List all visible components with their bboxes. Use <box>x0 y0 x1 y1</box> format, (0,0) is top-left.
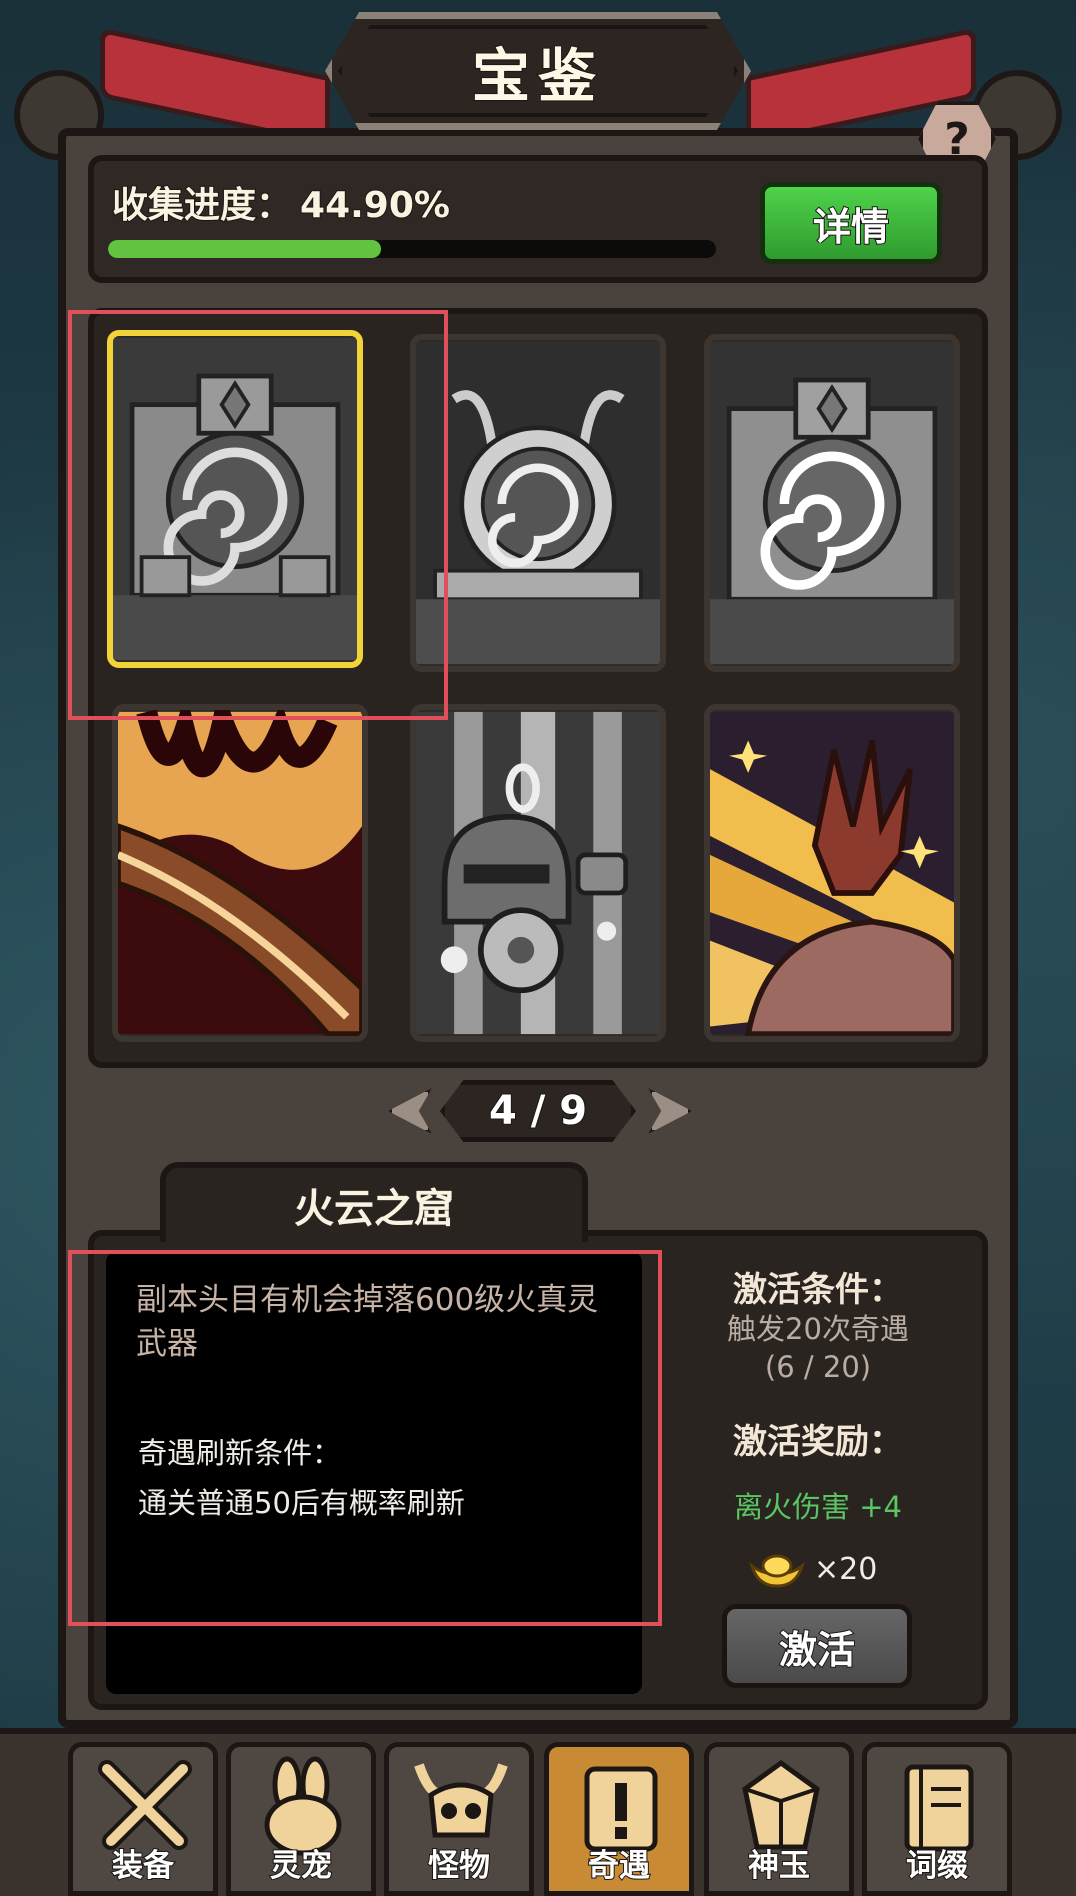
refresh-condition-text: 通关普通50后有概率刷新 <box>138 1486 465 1520</box>
encounter-title: 火云之窟 <box>160 1162 588 1242</box>
nav-label-pets: 灵宠 <box>269 1847 333 1885</box>
title-plate: 宝鉴 <box>325 12 751 130</box>
activation-condition-text: 触发20次奇遇 <box>727 1312 909 1346</box>
collection-progress: 收集进度： 44.90% <box>111 176 451 228</box>
nav-tab-equipment[interactable]: 装备 <box>68 1742 218 1896</box>
progress-bar-fill <box>108 240 381 258</box>
page-title: 宝鉴 <box>471 41 604 111</box>
nav-label-equipment: 装备 <box>111 1847 175 1885</box>
vortex-altar-card[interactable] <box>410 334 666 672</box>
activation-condition-progress: (6 / 20) <box>764 1350 872 1384</box>
vortex-altar-icon <box>416 341 660 665</box>
refresh-condition-title: 奇遇刷新条件： <box>138 1436 342 1470</box>
progress-value: 44.90% <box>299 184 451 227</box>
progress-label: 收集进度： <box>111 184 293 227</box>
nav-label-divine-jade: 神玉 <box>747 1847 811 1885</box>
magic-hand-icon <box>710 711 954 1036</box>
page-indicator: 4 / 9 <box>440 1080 636 1142</box>
nav-label-affixes: 词缀 <box>905 1847 969 1885</box>
reward-gold: ×20 <box>748 1548 877 1590</box>
details-button[interactable]: 详情 <box>760 182 942 264</box>
gold-ingot-icon <box>749 1554 805 1588</box>
stone-portal-card[interactable] <box>107 330 363 668</box>
reward-gold-amount: ×20 <box>814 1551 878 1587</box>
activation-condition: 触发20次奇遇 (6 / 20) <box>682 1310 954 1386</box>
activate-button[interactable]: 激活 <box>722 1604 912 1688</box>
stone-portal-icon <box>113 337 357 661</box>
fire-blade-icon <box>118 710 362 1036</box>
magic-hand-card[interactable] <box>704 704 960 1042</box>
encounter-description: 副本头目有机会掉落600级火真灵武器 <box>136 1282 599 1362</box>
nav-tab-encounters[interactable]: 奇遇 <box>544 1742 694 1896</box>
nav-tab-pets[interactable]: 灵宠 <box>226 1742 376 1896</box>
armor-drop-card[interactable] <box>410 704 666 1042</box>
activation-condition-title: 激活条件： <box>733 1270 903 1310</box>
reward-attribute: 离火伤害 +4 <box>734 1490 902 1524</box>
nav-tab-affixes[interactable]: 词缀 <box>862 1742 1012 1896</box>
stone-portal-card-2[interactable] <box>704 334 960 672</box>
stone-portal-icon-2 <box>710 341 954 665</box>
fire-blade-card[interactable] <box>112 704 368 1042</box>
armor-drop-icon <box>416 711 660 1035</box>
activation-reward-title: 激活奖励： <box>733 1422 903 1462</box>
nav-tab-divine-jade[interactable]: 神玉 <box>704 1742 854 1896</box>
progress-bar <box>108 240 716 258</box>
nav-label-monsters: 怪物 <box>427 1847 491 1885</box>
nav-label-encounters: 奇遇 <box>587 1847 651 1885</box>
nav-tab-monsters[interactable]: 怪物 <box>384 1742 534 1896</box>
